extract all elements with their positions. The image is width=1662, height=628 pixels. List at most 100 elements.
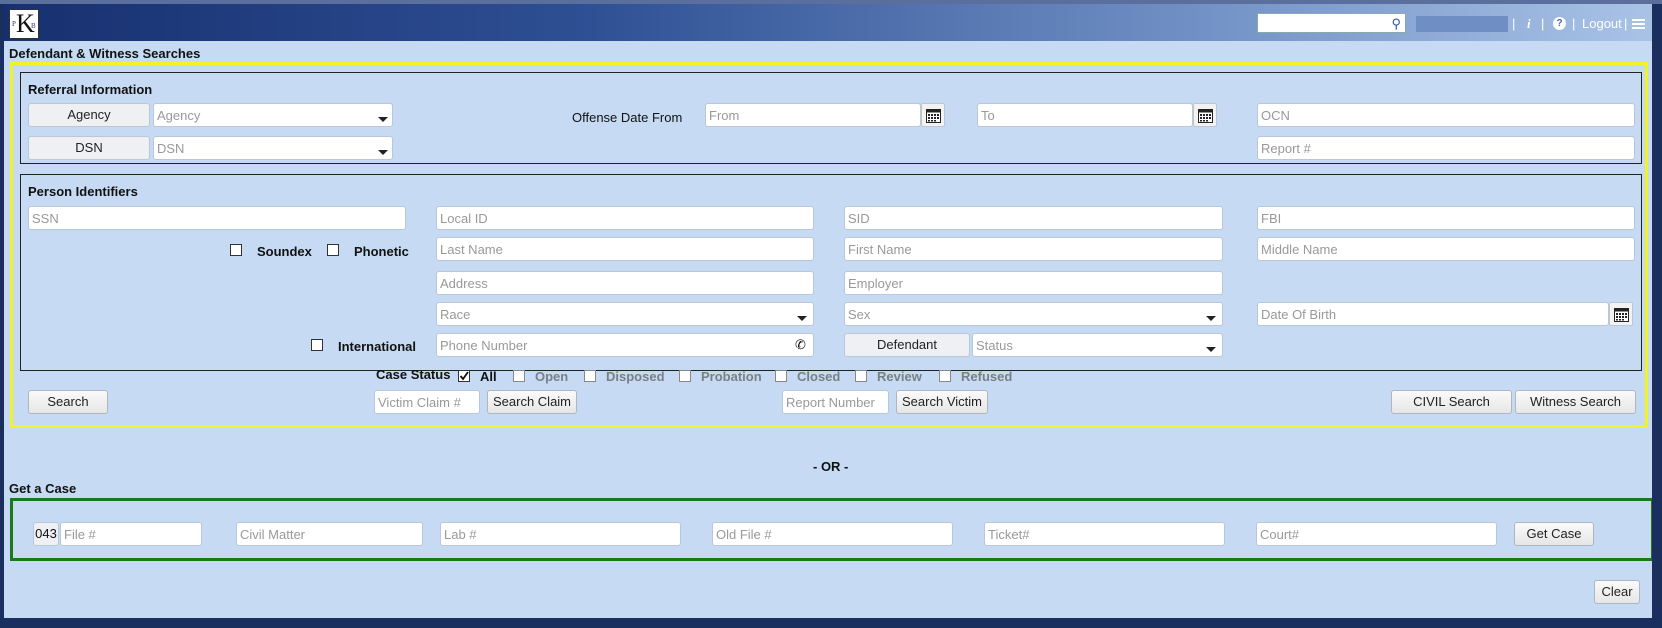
dsn-placeholder: DSN: [157, 141, 185, 156]
offense-date-to-input[interactable]: To: [977, 103, 1193, 127]
ocn-placeholder: OCN: [1261, 108, 1290, 123]
case-status-all-checkbox[interactable]: [458, 370, 470, 382]
ocn-input[interactable]: OCN: [1257, 103, 1635, 127]
victim-claim-placeholder: Victim Claim #: [378, 395, 461, 410]
sid-input[interactable]: SID: [844, 206, 1223, 230]
phonetic-label: Phonetic: [354, 244, 409, 259]
get-case-button[interactable]: Get Case: [1514, 522, 1594, 546]
phone-icon: ✆: [795, 337, 806, 352]
or-divider: - OR -: [813, 459, 849, 474]
report-number-input[interactable]: Report #: [1257, 136, 1635, 160]
first-name-input[interactable]: First Name: [844, 237, 1223, 261]
lab-placeholder: Lab #: [444, 527, 477, 542]
nav-separator: |: [1624, 16, 1628, 31]
ticket-input[interactable]: Ticket#: [984, 522, 1225, 546]
file-number-input[interactable]: File #: [60, 522, 202, 546]
case-status-open-checkbox[interactable]: [513, 370, 525, 382]
civil-matter-input[interactable]: Civil Matter: [236, 522, 423, 546]
ticket-placeholder: Ticket#: [988, 527, 1030, 542]
status-placeholder: Status: [976, 338, 1013, 353]
case-status-disposed-checkbox[interactable]: [584, 370, 596, 382]
ssn-placeholder: SSN: [32, 211, 59, 226]
file-placeholder: File #: [64, 527, 96, 542]
clear-button[interactable]: Clear: [1594, 580, 1640, 604]
nav-separator: |: [1572, 16, 1576, 31]
calendar-icon[interactable]: [1609, 302, 1633, 326]
phone-placeholder: Phone Number: [440, 338, 528, 353]
middle-name-input[interactable]: Middle Name: [1257, 237, 1635, 261]
employer-placeholder: Employer: [848, 276, 903, 291]
international-checkbox[interactable]: [311, 339, 323, 351]
chevron-down-icon: [378, 150, 388, 155]
witness-search-button[interactable]: Witness Search: [1515, 390, 1636, 414]
menu-icon[interactable]: [1632, 18, 1645, 33]
old-file-number-input[interactable]: Old File #: [712, 522, 953, 546]
to-placeholder: To: [981, 108, 995, 123]
lab-number-input[interactable]: Lab #: [440, 522, 681, 546]
fbi-input[interactable]: FBI: [1257, 206, 1635, 230]
person-identifiers-panel: Person Identifiers SSN Local ID SID FBI …: [20, 174, 1642, 371]
old-file-placeholder: Old File #: [716, 527, 772, 542]
sex-select[interactable]: Sex: [844, 302, 1223, 326]
employer-input[interactable]: Employer: [844, 271, 1223, 295]
race-placeholder: Race: [440, 307, 471, 322]
from-placeholder: From: [709, 108, 740, 123]
logout-link[interactable]: Logout: [1582, 16, 1622, 31]
phone-number-input[interactable]: Phone Number ✆: [436, 333, 814, 357]
local-id-input[interactable]: Local ID: [436, 206, 814, 230]
case-status-closed-label: Closed: [797, 369, 841, 384]
case-status-label: Case Status: [376, 367, 451, 382]
search-button[interactable]: Search: [28, 390, 108, 414]
dsn-select[interactable]: DSN: [153, 136, 393, 160]
case-status-review-checkbox[interactable]: [855, 370, 867, 382]
last-name-input[interactable]: Last Name: [436, 237, 814, 261]
sex-placeholder: Sex: [848, 307, 871, 322]
offense-date-label: Offense Date From: [572, 110, 683, 125]
search-victim-button[interactable]: Search Victim: [896, 390, 988, 414]
court-placeholder: Court#: [1260, 527, 1300, 542]
agency-select[interactable]: Agency: [153, 103, 393, 127]
victim-claim-input[interactable]: Victim Claim #: [374, 390, 480, 414]
get-case-area: 043 File # Civil Matter Lab # Old File #…: [10, 498, 1652, 561]
search-icon[interactable]: ⚲: [1391, 16, 1401, 32]
local-id-placeholder: Local ID: [440, 211, 488, 226]
report-number-search-input[interactable]: Report Number: [782, 390, 889, 414]
app-logo: P K B: [9, 9, 39, 39]
referral-panel: Referral Information Agency Agency DSN D…: [20, 72, 1642, 164]
race-select[interactable]: Race: [436, 302, 814, 326]
address-input[interactable]: Address: [436, 271, 814, 295]
status-select[interactable]: Status: [972, 333, 1223, 357]
calendar-icon[interactable]: [1193, 103, 1217, 127]
info-icon[interactable]: i: [1527, 16, 1531, 32]
agency-label: Agency: [28, 103, 150, 127]
phonetic-checkbox[interactable]: [327, 244, 339, 256]
app-window: P K B ⚲ | i | ? | Logout | Defendant & W…: [4, 4, 1652, 618]
court-input[interactable]: Court#: [1256, 522, 1497, 546]
global-search-input[interactable]: ⚲: [1257, 13, 1406, 33]
user-name-box: [1416, 16, 1508, 32]
help-icon[interactable]: ?: [1553, 17, 1566, 30]
nav-separator: |: [1512, 16, 1516, 31]
case-status-all-label: All: [480, 369, 497, 384]
soundex-checkbox[interactable]: [230, 244, 242, 256]
case-status-refused-checkbox[interactable]: [939, 370, 951, 382]
offense-date-from-input[interactable]: From: [705, 103, 921, 127]
date-of-birth-input[interactable]: Date Of Birth: [1257, 302, 1609, 326]
case-status-refused-label: Refused: [961, 369, 1013, 384]
search-claim-button[interactable]: Search Claim: [487, 390, 577, 414]
chevron-down-icon: [378, 117, 388, 122]
case-status-review-label: Review: [877, 369, 922, 384]
case-status-probation-checkbox[interactable]: [679, 370, 691, 382]
chevron-down-icon: [1206, 316, 1216, 321]
first-name-placeholder: First Name: [848, 242, 912, 257]
search-area: Referral Information Agency Agency DSN D…: [10, 62, 1648, 428]
international-label: International: [338, 339, 417, 354]
civil-matter-placeholder: Civil Matter: [240, 527, 306, 542]
page-title: Defendant & Witness Searches: [9, 46, 201, 61]
civil-search-button[interactable]: CIVIL Search: [1391, 390, 1512, 414]
case-status-disposed-label: Disposed: [606, 369, 665, 384]
calendar-icon[interactable]: [921, 103, 945, 127]
case-status-closed-checkbox[interactable]: [775, 370, 787, 382]
ssn-input[interactable]: SSN: [28, 206, 406, 230]
address-placeholder: Address: [440, 276, 488, 291]
